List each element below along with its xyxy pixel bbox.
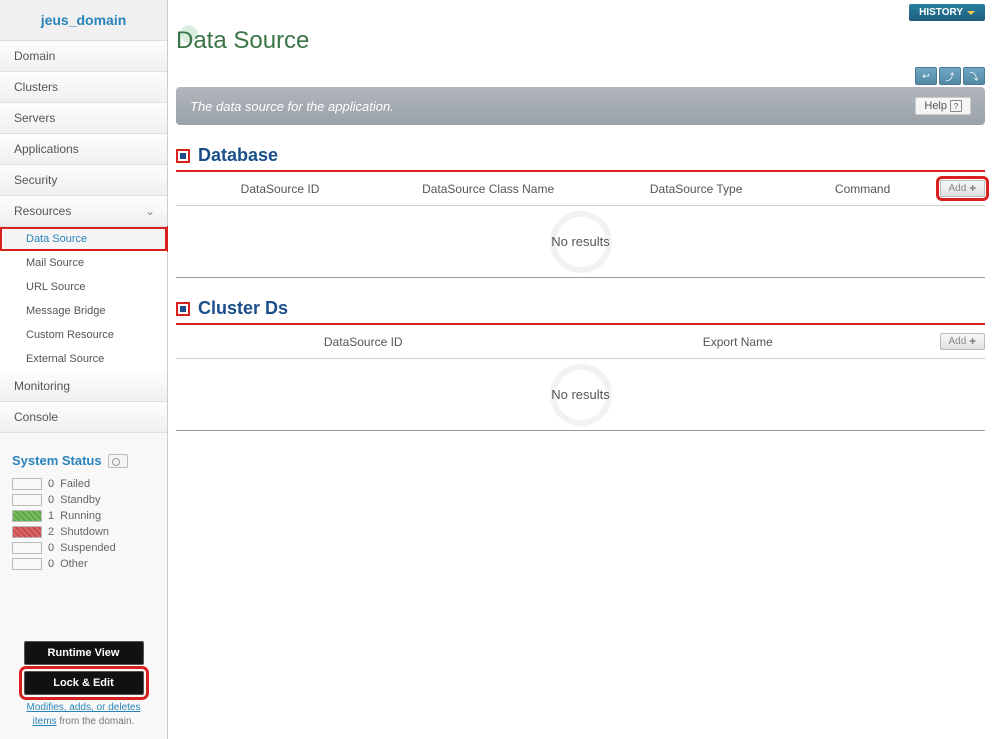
xml-import-icon[interactable]: ⤵ bbox=[963, 67, 985, 85]
col-datasource-id: DataSource ID bbox=[176, 182, 384, 196]
nav-security[interactable]: Security bbox=[0, 165, 167, 196]
page-title: Data Source bbox=[176, 25, 985, 65]
section-database: Database DataSource ID DataSource Class … bbox=[176, 145, 985, 278]
nav-monitoring[interactable]: Monitoring bbox=[0, 371, 167, 402]
toolbar-icons: ↩ ⤴ ⤵ bbox=[176, 65, 985, 87]
back-icon[interactable]: ↩ bbox=[915, 67, 937, 85]
col-command: Command bbox=[800, 182, 925, 196]
nav-resources[interactable]: Resources bbox=[0, 196, 167, 227]
col-datasource-type: DataSource Type bbox=[592, 182, 800, 196]
section-icon bbox=[176, 302, 190, 316]
lock-edit-button[interactable]: Lock & Edit bbox=[24, 671, 144, 695]
sidebar: jeus_domain Domain Clusters Servers Appl… bbox=[0, 0, 168, 739]
topbar: HISTORY bbox=[176, 0, 985, 25]
database-title: Database bbox=[198, 145, 278, 166]
status-suspended: 0Suspended bbox=[12, 540, 155, 556]
bottom-desc: Modifies, adds, or deletes items from th… bbox=[10, 701, 157, 729]
history-button[interactable]: HISTORY bbox=[909, 4, 985, 21]
nav-servers[interactable]: Servers bbox=[0, 103, 167, 134]
section-icon bbox=[176, 149, 190, 163]
main: HISTORY Data Source ↩ ⤴ ⤵ The data sourc… bbox=[168, 0, 993, 739]
status-gauge-icon bbox=[108, 454, 128, 468]
nav-url-source[interactable]: URL Source bbox=[0, 275, 167, 299]
col-export-name: Export Name bbox=[551, 335, 926, 349]
cluster-add-button[interactable]: Add bbox=[940, 333, 986, 350]
status-standby: 0Standby bbox=[12, 492, 155, 508]
xml-export-icon[interactable]: ⤴ bbox=[939, 67, 961, 85]
domain-header[interactable]: jeus_domain bbox=[0, 0, 167, 41]
nav-applications[interactable]: Applications bbox=[0, 134, 167, 165]
nav-clusters[interactable]: Clusters bbox=[0, 72, 167, 103]
cluster-title: Cluster Ds bbox=[198, 298, 288, 319]
nav-custom-resource[interactable]: Custom Resource bbox=[0, 323, 167, 347]
database-no-results: No results bbox=[176, 206, 985, 278]
nav-domain[interactable]: Domain bbox=[0, 41, 167, 72]
status-other: 0Other bbox=[12, 556, 155, 572]
desc-text: The data source for the application. bbox=[190, 99, 394, 114]
col-datasource-class: DataSource Class Name bbox=[384, 182, 592, 196]
desc-bar: The data source for the application. Hel… bbox=[176, 87, 985, 125]
system-status-title: System Status bbox=[12, 453, 102, 468]
nav-console[interactable]: Console bbox=[0, 402, 167, 433]
nav-message-bridge[interactable]: Message Bridge bbox=[0, 299, 167, 323]
database-add-button[interactable]: Add bbox=[940, 180, 986, 197]
cluster-no-results: No results bbox=[176, 359, 985, 431]
nav-mail-source[interactable]: Mail Source bbox=[0, 251, 167, 275]
help-button[interactable]: Help bbox=[915, 97, 971, 115]
status-failed: 0Failed bbox=[12, 476, 155, 492]
status-running: 1Running bbox=[12, 508, 155, 524]
bottom-buttons: Runtime View Lock & Edit Modifies, adds,… bbox=[0, 631, 167, 739]
runtime-view-button[interactable]: Runtime View bbox=[24, 641, 144, 665]
nav-external-source[interactable]: External Source bbox=[0, 347, 167, 371]
cluster-table-header: DataSource ID Export Name Add bbox=[176, 325, 985, 359]
col-cluster-datasource-id: DataSource ID bbox=[176, 335, 551, 349]
section-cluster-ds: Cluster Ds DataSource ID Export Name Add… bbox=[176, 298, 985, 431]
nav-data-source[interactable]: Data Source bbox=[0, 227, 167, 251]
database-table-header: DataSource ID DataSource Class Name Data… bbox=[176, 172, 985, 206]
status-shutdown: 2Shutdown bbox=[12, 524, 155, 540]
system-status: System Status 0Failed 0Standby 1Running … bbox=[0, 445, 167, 580]
